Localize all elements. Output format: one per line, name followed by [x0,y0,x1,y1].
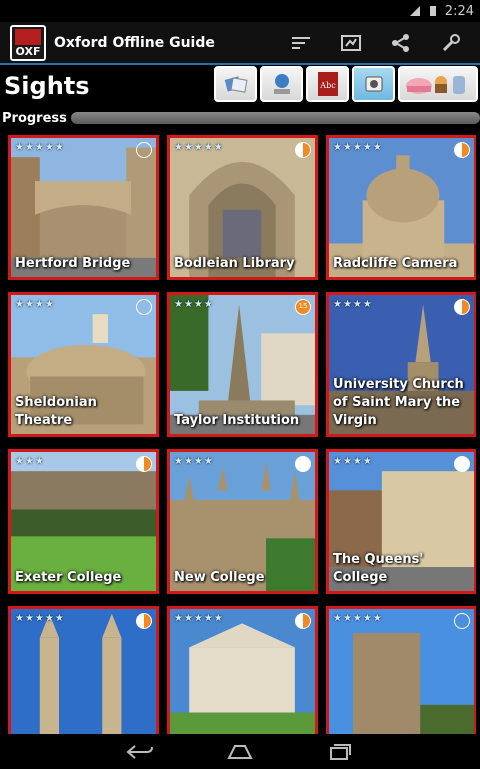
sight-card-12[interactable]: ★★★★★ [326,606,476,735]
star-rating: ★★★ [15,456,45,467]
sight-name: Sheldonian Theatre [15,395,97,428]
visited-indicator-icon [136,456,152,472]
visited-indicator-icon [454,142,470,158]
status-time: 2:24 [444,3,474,19]
app-title: Oxford Offline Guide [54,34,215,51]
visited-indicator-icon [136,613,152,629]
progress-row: Progress [0,108,480,128]
star-rating: ★★★★ [333,299,373,310]
sight-photo [11,609,156,735]
tab-dictionary[interactable]: Abc [306,66,349,102]
star-rating: ★★★★★ [15,613,65,624]
cards-icon [224,76,248,93]
camera-icon [365,76,382,92]
crest-icon [15,28,41,45]
sight-card-radcliffe-camera[interactable]: ★★★★★ Radcliffe Camera [326,135,476,280]
star-rating: ★★★★ [174,299,214,310]
sight-card-university-church[interactable]: ★★★★ University Church of Saint Mary the… [326,292,476,437]
back-icon[interactable] [125,742,155,762]
battery-icon [427,5,439,17]
star-rating: ★★★★ [333,456,373,467]
progress-label: Progress [2,110,67,126]
visited-indicator-icon [295,142,311,158]
sight-name: University Church of Saint Mary the Virg… [333,377,464,428]
sight-name: The Queens' College [333,552,424,585]
sort-icon [292,36,310,49]
action-bar-buttons [286,28,466,58]
visited-indicator-icon: 15 [295,299,311,315]
app-logo[interactable]: OXF [10,24,46,61]
visited-indicator-icon [295,613,311,629]
visited-indicator-icon [136,142,152,158]
svg-text:Abc: Abc [319,81,336,90]
sight-card-new-college[interactable]: ★★★★ New College [167,449,318,594]
sight-card-queens-college[interactable]: ★★★★ The Queens' College [326,449,476,594]
recent-apps-icon[interactable] [325,742,355,762]
visited-indicator-icon [295,456,311,472]
sight-name: Exeter College [15,570,122,585]
sight-name: New College [174,570,265,585]
share-button[interactable] [386,28,416,58]
map-button[interactable] [336,28,366,58]
sort-button[interactable] [286,28,316,58]
tab-cards[interactable] [214,66,257,102]
sight-card-hertford-bridge[interactable]: ★★★★★ Hertford Bridge [8,135,159,280]
tab-sights[interactable] [352,66,395,102]
share-icon [392,33,409,52]
dictionary-icon: Abc [317,72,338,96]
visited-indicator-icon [136,299,152,315]
sight-name: Radcliffe Camera [333,256,458,271]
visited-indicator-icon [454,613,470,629]
sight-photo [170,609,315,735]
sight-card-bodleian-library[interactable]: ★★★★★ Bodleian Library [167,135,318,280]
wrench-icon [442,33,460,51]
sight-card-11[interactable]: ★★★★★ [167,606,318,735]
sights-grid: ★★★★★ Hertford Bridge ★★★★★ Bodleian Lib… [8,135,476,735]
sight-card-10[interactable]: ★★★★★ [8,606,159,735]
navigation-bar [0,734,480,769]
app-logo-text: OXF [15,44,41,58]
sight-card-taylor-institution[interactable]: ★★★★ 15 Taylor Institution [167,292,318,437]
sight-name: Taylor Institution [174,413,300,428]
sight-photo [329,609,474,735]
star-rating: ★★★★★ [333,142,383,153]
food-drink-icon [406,76,465,94]
star-rating: ★★★★★ [333,613,383,624]
star-rating: ★★★★★ [174,142,224,153]
star-rating: ★★★★★ [174,613,224,624]
visited-indicator-icon [454,299,470,315]
home-icon[interactable] [225,742,255,762]
progress-bar [70,112,480,124]
page-title: Sights [4,72,90,100]
signal-icon [409,5,421,17]
settings-button[interactable] [436,28,466,58]
status-bar: 2:24 [0,0,480,22]
visited-indicator-icon [454,456,470,472]
star-rating: ★★★★ [174,456,214,467]
header-row: Sights Abc [0,66,480,106]
sight-name: Bodleian Library [174,256,295,271]
sight-card-sheldonian-theatre[interactable]: ★★★★ Sheldonian Theatre [8,292,159,437]
action-bar: OXF Oxford Offline Guide [0,22,480,65]
tab-audio-guide[interactable] [260,66,303,102]
category-tabs: Abc [214,66,478,102]
tab-food-drink[interactable] [398,66,478,102]
map-icon [341,34,361,51]
star-rating: ★★★★ [15,299,55,310]
sight-card-exeter-college[interactable]: ★★★ Exeter College [8,449,159,594]
audio-guide-icon [273,74,290,94]
sight-name: Hertford Bridge [15,256,131,271]
star-rating: ★★★★★ [15,142,65,153]
